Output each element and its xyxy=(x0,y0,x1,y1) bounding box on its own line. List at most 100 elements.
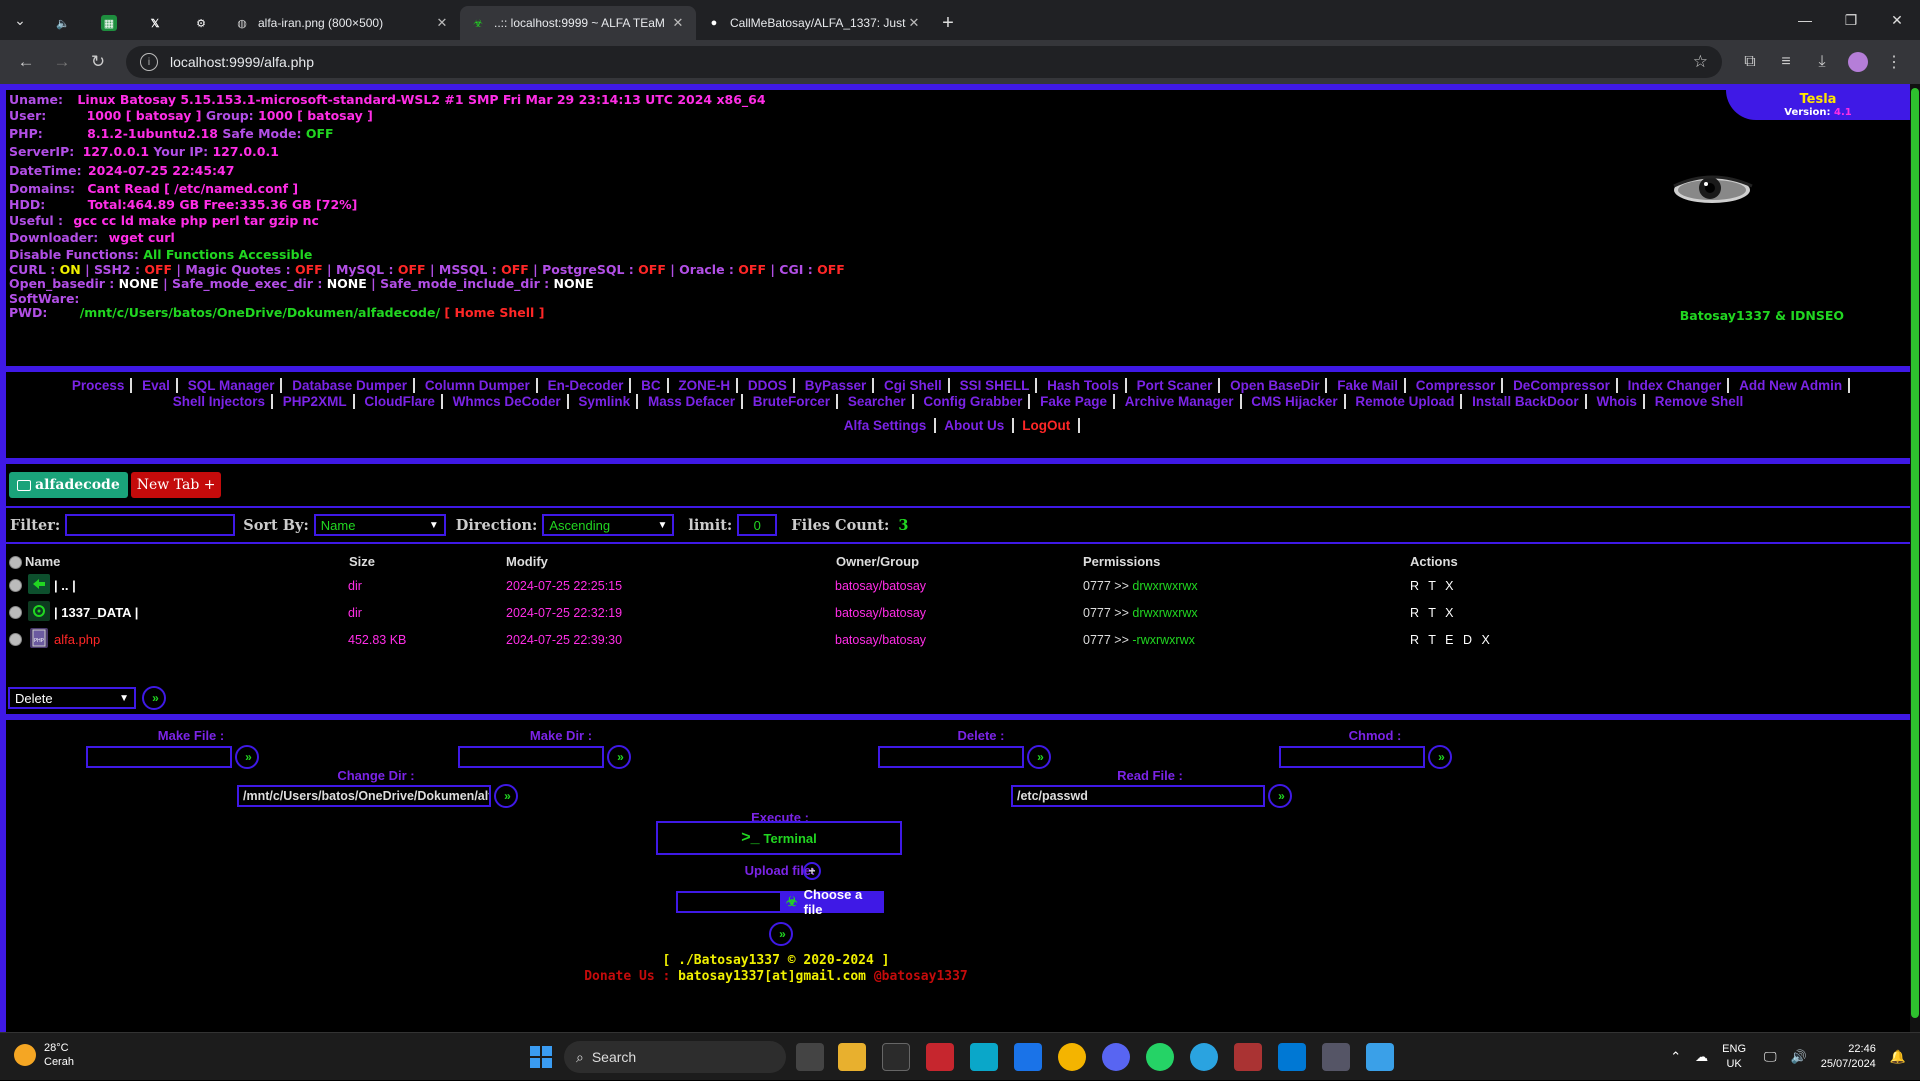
back-arrow-icon[interactable]: ← xyxy=(8,44,44,80)
filter-input[interactable] xyxy=(65,514,236,536)
menu-link-eval[interactable]: Eval xyxy=(136,378,178,393)
new-tab-button[interactable]: New Tab + xyxy=(130,472,222,498)
restore-icon[interactable]: ❐ xyxy=(1828,0,1874,40)
menu-link-whois[interactable]: Whois xyxy=(1590,394,1645,409)
address-bar[interactable]: i localhost:9999/alfa.php ☆ xyxy=(126,46,1722,78)
menu-link-cms-hijacker[interactable]: CMS Hijacker xyxy=(1245,394,1346,409)
column-header-owner[interactable]: Owner/Group xyxy=(836,554,919,569)
pinned-tab-x[interactable]: 𝕏 xyxy=(132,6,178,40)
task-view-icon[interactable] xyxy=(796,1043,824,1071)
menu-link-hash-tools[interactable]: Hash Tools xyxy=(1041,378,1127,393)
add-upload-field-icon[interactable]: + xyxy=(803,862,821,880)
row-select-radio[interactable] xyxy=(9,633,22,646)
shield-icon[interactable] xyxy=(1014,1043,1042,1071)
menu-link-ddos[interactable]: DDOS xyxy=(741,378,795,393)
app-icon[interactable] xyxy=(1366,1043,1394,1071)
bulk-action-select[interactable]: Delete ▼ xyxy=(8,687,136,709)
column-header-modify[interactable]: Modify xyxy=(506,554,548,569)
about-us-link[interactable]: About Us xyxy=(936,418,1015,433)
menu-link-bc[interactable]: BC xyxy=(635,378,669,393)
menu-link-add-new-admin[interactable]: Add New Admin xyxy=(1733,378,1851,393)
download-icon[interactable]: ⤓ xyxy=(1804,44,1840,80)
upload-go-button[interactable]: » xyxy=(769,922,793,946)
chmod-go-button[interactable]: » xyxy=(1428,745,1452,769)
menu-link-bypasser[interactable]: ByPasser xyxy=(798,378,875,393)
bookmark-star-icon[interactable]: ☆ xyxy=(1693,52,1708,72)
table-row[interactable]: PHP alfa.php 452.83 KB 2024-07-25 22:39:… xyxy=(6,627,1906,653)
home-shell-link[interactable]: [ Home Shell ] xyxy=(444,305,544,320)
menu-link-fake-page[interactable]: Fake Page xyxy=(1034,394,1115,409)
network-icon[interactable]: 🖵 xyxy=(1764,1049,1777,1065)
file-actions[interactable]: R T E D X xyxy=(1410,633,1493,647)
terminal-icon[interactable] xyxy=(882,1043,910,1071)
menu-link-config-grabber[interactable]: Config Grabber xyxy=(917,394,1031,409)
menu-link-searcher[interactable]: Searcher xyxy=(841,394,914,409)
delete-input[interactable] xyxy=(878,746,1024,768)
menu-link-symlink[interactable]: Symlink xyxy=(572,394,639,409)
chmod-input[interactable] xyxy=(1279,746,1425,768)
pinned-tab-chatgpt[interactable]: ⚙ xyxy=(178,6,224,40)
make-dir-input[interactable] xyxy=(458,746,604,768)
file-actions[interactable]: R T X xyxy=(1410,579,1457,593)
app-icon[interactable] xyxy=(926,1043,954,1071)
file-name[interactable]: | 1337_DATA | xyxy=(54,605,138,620)
alfa-settings-link[interactable]: Alfa Settings xyxy=(835,418,937,433)
menu-link-port-scaner[interactable]: Port Scaner xyxy=(1130,378,1221,393)
menu-link-column-dumper[interactable]: Column Dumper xyxy=(418,378,538,393)
pinned-tab-audio[interactable]: 🔈 xyxy=(40,6,86,40)
menu-link-bruteforcer[interactable]: BruteForcer xyxy=(746,394,839,409)
close-window-icon[interactable]: ✕ xyxy=(1874,0,1920,40)
profile-avatar[interactable] xyxy=(1840,44,1876,80)
app-icon[interactable] xyxy=(970,1043,998,1071)
read-file-go-button[interactable]: » xyxy=(1268,784,1292,808)
winrar-icon[interactable] xyxy=(1234,1043,1262,1071)
file-name[interactable]: alfa.php xyxy=(54,632,100,647)
tab-alfa-shell[interactable]: ☣ ..:: localhost:9999 ~ ALFA TEaM ✕ xyxy=(460,6,696,40)
menu-link-decompressor[interactable]: DeCompressor xyxy=(1507,378,1618,393)
directory-tab[interactable]: alfadecode xyxy=(9,472,128,498)
close-icon[interactable]: ✕ xyxy=(434,15,450,31)
forward-arrow-icon[interactable]: → xyxy=(44,44,80,80)
new-tab-button[interactable]: + xyxy=(932,6,964,40)
discord-icon[interactable] xyxy=(1102,1043,1130,1071)
windows-start-icon[interactable] xyxy=(530,1046,552,1068)
make-file-input[interactable] xyxy=(86,746,232,768)
menu-link-install-backdoor[interactable]: Install BackDoor xyxy=(1466,394,1587,409)
terminal-button[interactable]: >_ Terminal xyxy=(656,821,902,855)
menu-link-database-dumper[interactable]: Database Dumper xyxy=(286,378,416,393)
close-icon[interactable]: ✕ xyxy=(906,15,922,31)
menu-link-remove-shell[interactable]: Remove Shell xyxy=(1649,394,1750,409)
delete-go-button[interactable]: » xyxy=(1027,745,1051,769)
change-dir-go-button[interactable]: » xyxy=(494,784,518,808)
menu-link-php2xml[interactable]: PHP2XML xyxy=(276,394,355,409)
menu-link-fake-mail[interactable]: Fake Mail xyxy=(1331,378,1406,393)
taskbar-search[interactable]: ⌕ Search xyxy=(564,1041,786,1073)
file-name[interactable]: | .. | xyxy=(54,578,76,593)
weather-widget[interactable]: 28°C Cerah xyxy=(14,1041,74,1069)
select-all-radio[interactable] xyxy=(9,556,22,569)
close-icon[interactable]: ✕ xyxy=(670,15,686,31)
column-header-name[interactable]: Name xyxy=(25,554,60,569)
menu-link-cloudflare[interactable]: CloudFlare xyxy=(358,394,443,409)
choose-file-button[interactable]: ☣ Choose a file xyxy=(782,887,884,917)
tab-github[interactable]: ● CallMeBatosay/ALFA_1337: Just ✕ xyxy=(696,6,932,40)
app-icon[interactable] xyxy=(1322,1043,1350,1071)
menu-link-index-changer[interactable]: Index Changer xyxy=(1621,378,1730,393)
vscode-icon[interactable] xyxy=(1278,1043,1306,1071)
pwd-path-link[interactable]: /mnt/c/Users/batos/OneDrive/Dokumen/alfa… xyxy=(80,305,440,320)
menu-link-ssi-shell[interactable]: SSI SHELL xyxy=(953,378,1038,393)
chevron-up-icon[interactable]: ⌃ xyxy=(1670,1049,1681,1065)
whatsapp-icon[interactable] xyxy=(1146,1043,1174,1071)
row-select-radio[interactable] xyxy=(9,606,22,619)
logout-link[interactable]: LogOut xyxy=(1014,418,1081,433)
menu-link-remote-upload[interactable]: Remote Upload xyxy=(1349,394,1463,409)
menu-link-compressor[interactable]: Compressor xyxy=(1409,378,1504,393)
clock[interactable]: 22:46 25/07/2024 xyxy=(1821,1042,1876,1072)
table-row[interactable]: | 1337_DATA | dir 2024-07-25 22:32:19 ba… xyxy=(6,600,1906,626)
file-permissions[interactable]: 0777 >> drwxrwxrwx xyxy=(1083,579,1198,593)
menu-link-sql-manager[interactable]: SQL Manager xyxy=(181,378,283,393)
make-dir-go-button[interactable]: » xyxy=(607,745,631,769)
menu-link-cgi-shell[interactable]: Cgi Shell xyxy=(878,378,950,393)
site-info-icon[interactable]: i xyxy=(140,53,158,71)
menu-link-shell-injectors[interactable]: Shell Injectors xyxy=(166,394,274,409)
